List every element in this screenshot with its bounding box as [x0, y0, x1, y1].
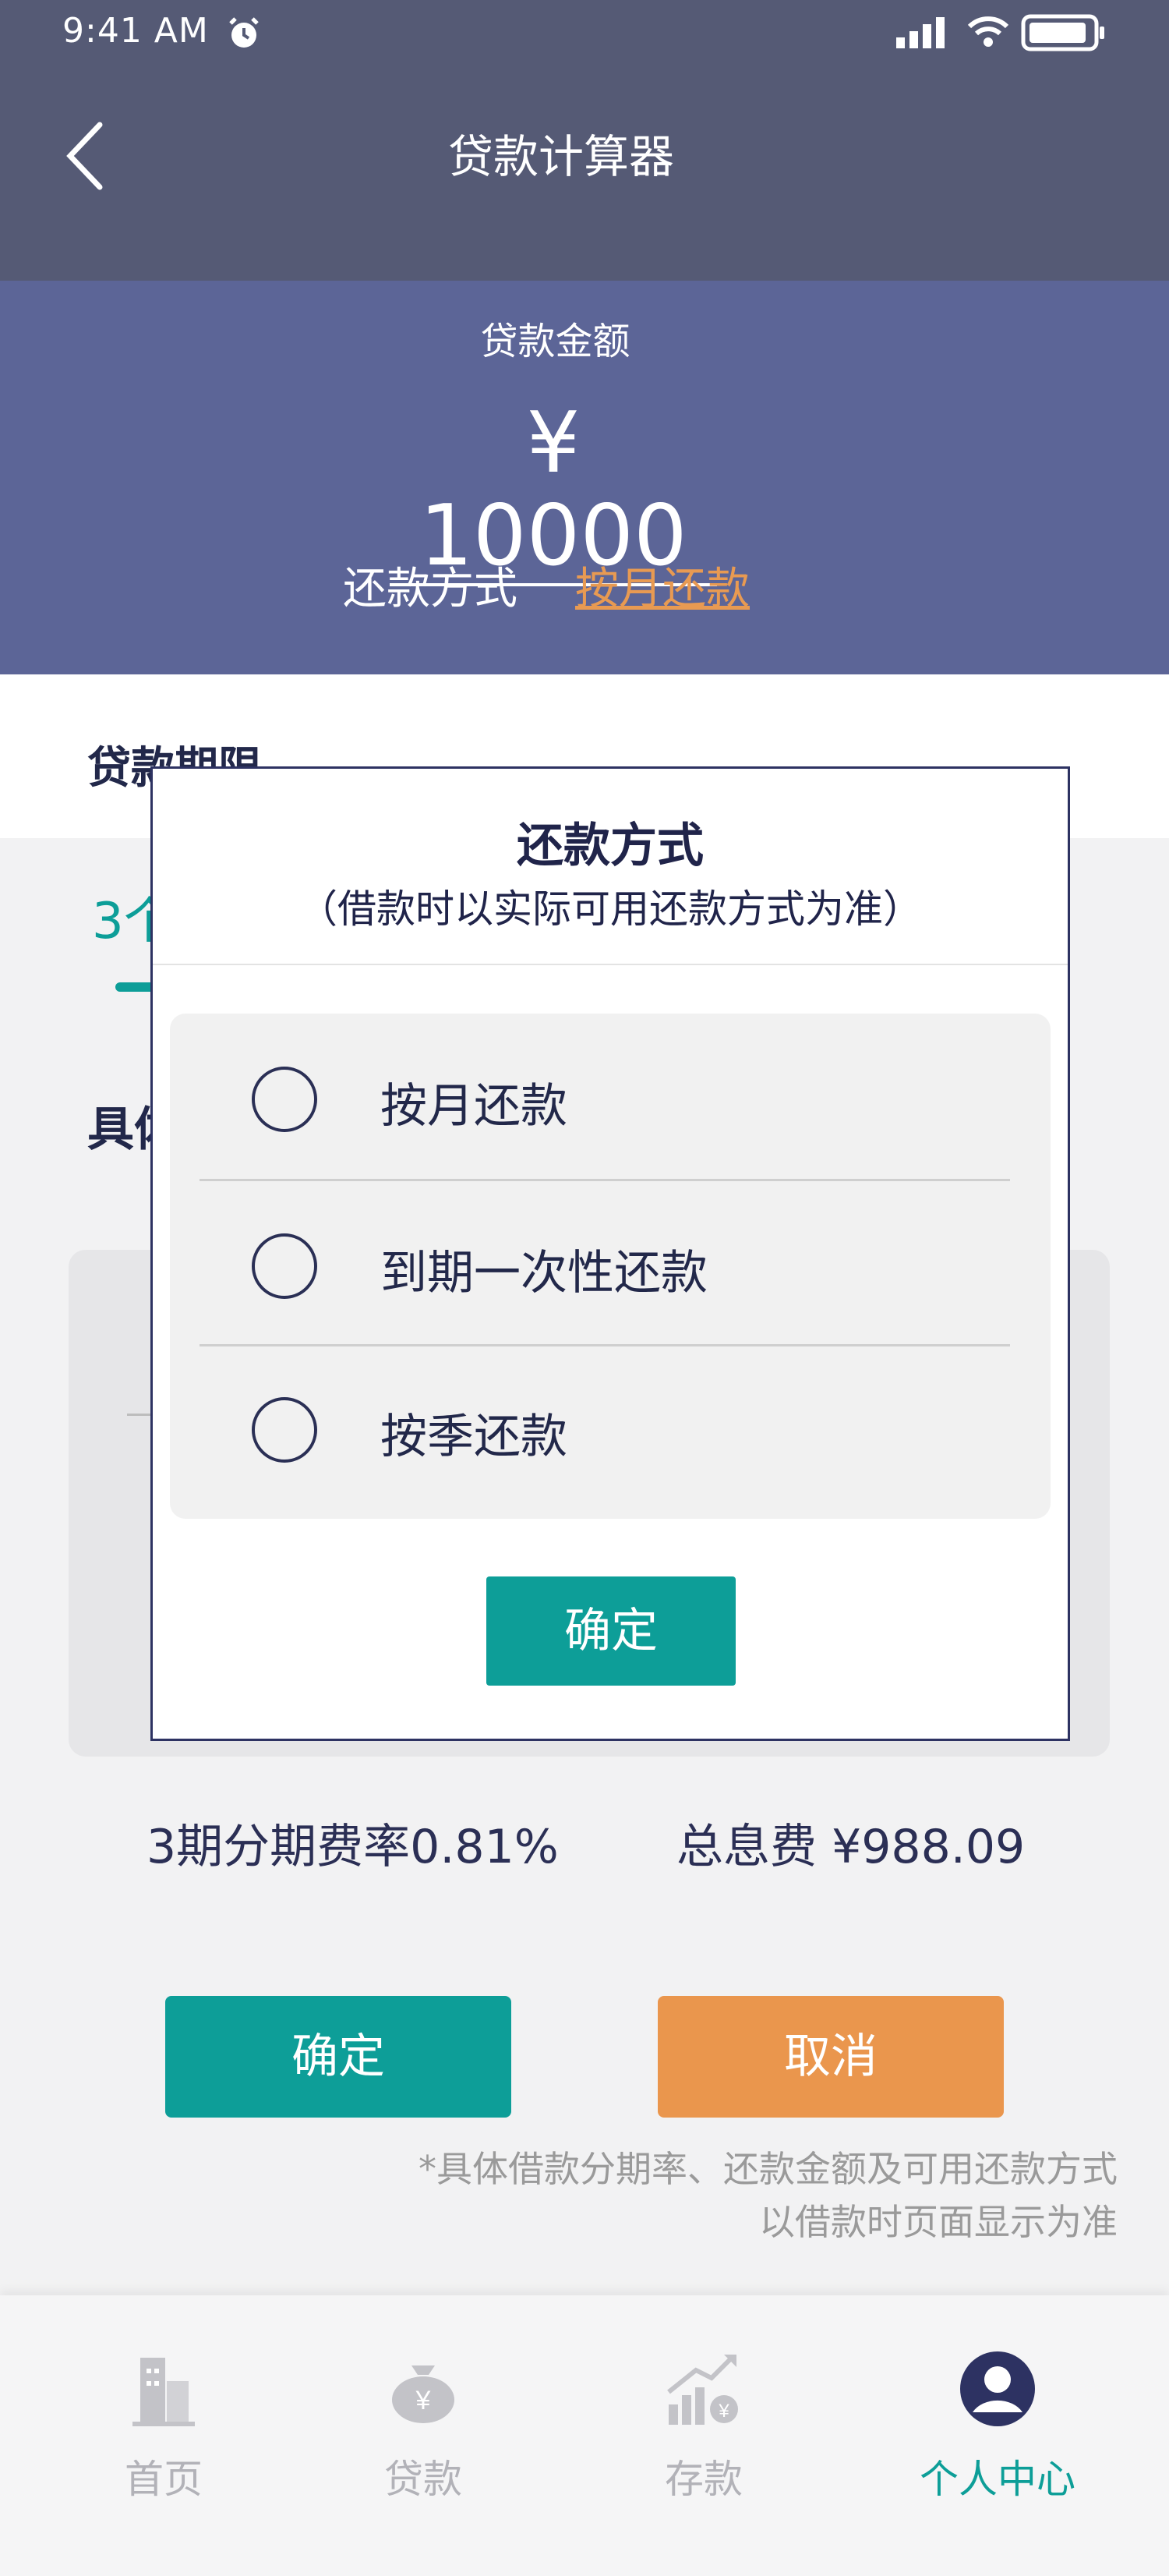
tab-loan-label: 贷款 [384, 2457, 462, 2502]
tab-loan[interactable]: ¥ 贷款 [322, 2350, 524, 2504]
signal-icon [896, 17, 951, 51]
option-monthly[interactable]: 按月还款 [170, 1014, 1051, 1177]
svg-text:¥: ¥ [415, 2386, 431, 2415]
dialog-subtitle: （借款时以实际可用还款方式为准） [298, 886, 922, 932]
cancel-button[interactable]: 取消 [658, 1996, 1004, 2118]
tab-deposit-label: 存款 [665, 2457, 743, 2502]
tab-profile-label: 个人中心 [920, 2457, 1075, 2502]
tab-home[interactable]: 首页 [62, 2350, 265, 2504]
page-title: 贷款计算器 [447, 130, 674, 183]
option-label: 按季还款 [380, 1410, 567, 1464]
confirm-button[interactable]: 确定 [165, 1996, 511, 2118]
total-interest-text: 总息费 ¥988.09 [676, 1820, 1026, 1874]
tab-home-label: 首页 [125, 2457, 203, 2502]
building-icon [62, 2350, 265, 2437]
battery-icon [1021, 14, 1107, 55]
bottom-tab-bar: 首页 ¥ 贷款 ¥ 存款 个人中心 [0, 2295, 1169, 2576]
wifi-icon [966, 14, 1010, 51]
option-quarterly[interactable]: 按季还款 [170, 1344, 1051, 1508]
installment-rate-text: 3期分期费率0.81% [147, 1820, 559, 1874]
alarm-icon [226, 16, 262, 55]
status-time: 9:41 AM [62, 11, 209, 51]
svg-text:¥: ¥ [718, 2401, 729, 2422]
dialog-divider [153, 964, 1068, 965]
dialog-title: 还款方式 [517, 819, 704, 873]
loan-amount-label: 贷款金额 [480, 320, 630, 363]
disclaimer-line-1: *具体借款分期率、还款金额及可用还款方式 [419, 2148, 1118, 2190]
repayment-method-link[interactable]: 按月还款 [575, 554, 750, 617]
user-icon [896, 2350, 1099, 2437]
radio-button[interactable] [252, 1233, 317, 1299]
nav-bar: 贷款计算器 [0, 70, 1169, 281]
option-label: 到期一次性还款 [380, 1246, 708, 1300]
money-bag-icon: ¥ [322, 2350, 524, 2437]
tab-deposit[interactable]: ¥ 存款 [602, 2350, 805, 2504]
repayment-options-list: 按月还款 到期一次性还款 按季还款 [170, 1014, 1051, 1519]
repayment-method-label: 还款方式 [343, 564, 517, 614]
growth-chart-icon: ¥ [602, 2350, 805, 2437]
radio-button[interactable] [252, 1397, 317, 1463]
dialog-confirm-button[interactable]: 确定 [486, 1576, 736, 1686]
tab-profile[interactable]: 个人中心 [896, 2350, 1099, 2504]
status-bar: 9:41 AM [0, 0, 1169, 70]
radio-button[interactable] [252, 1067, 317, 1132]
loan-amount-panel: 贷款金额 ¥ 10000 还款方式 按月还款 [0, 281, 1169, 674]
repayment-method-dialog: 还款方式 （借款时以实际可用还款方式为准） 按月还款 到期一次性还款 按季还款 … [150, 766, 1070, 1741]
disclaimer-line-2: 以借款时页面显示为准 [759, 2201, 1118, 2243]
option-lump-sum[interactable]: 到期一次性还款 [170, 1180, 1051, 1344]
option-label: 按月还款 [380, 1079, 567, 1134]
disclaimer: *具体借款分期率、还款金额及可用还款方式 以借款时页面显示为准 [419, 2143, 1118, 2249]
